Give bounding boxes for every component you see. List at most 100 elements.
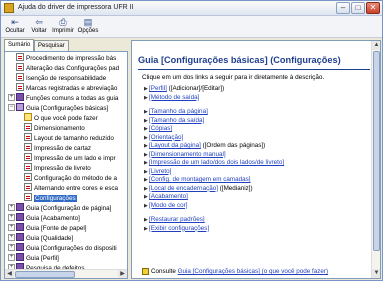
tree-item[interactable]: Isenção de responsabilidade xyxy=(16,73,107,84)
topic-link[interactable]: [Tamanho da saída] xyxy=(149,117,204,124)
options-button[interactable]: ▤ Opções xyxy=(77,17,99,37)
topic-page-icon xyxy=(16,63,24,72)
tree-item[interactable]: + Guia [Configuração de página] xyxy=(8,203,111,214)
topic-link[interactable]: [Local de encadernação] xyxy=(149,185,218,192)
tree-item-label: Guia [Configurações básicas] xyxy=(26,105,109,112)
scroll-down-icon[interactable]: ▼ xyxy=(372,269,380,278)
back-icon: ⇦ xyxy=(35,17,43,27)
closed-book-icon xyxy=(16,243,24,252)
tree-item[interactable]: Procedimento de impressão bás xyxy=(16,53,116,64)
topic-link[interactable]: [Config. de montagem em camadas] xyxy=(149,176,251,183)
tree-item[interactable]: Layout de tamanho reduzido xyxy=(24,133,114,144)
close-button[interactable]: ✕ xyxy=(366,2,380,14)
tree-item-label: Layout de tamanho reduzido xyxy=(34,135,114,142)
back-button[interactable]: ⇦ Voltar xyxy=(29,17,49,37)
topic-link[interactable]: [Perfil] xyxy=(149,85,167,92)
closed-book-icon xyxy=(16,93,24,102)
note-link[interactable]: Guia [Configurações básicas] (o que você… xyxy=(178,268,329,275)
tree-item[interactable]: Configurações xyxy=(24,193,77,204)
topic-link[interactable]: [Acabamento] xyxy=(149,193,188,200)
expand-icon[interactable]: + xyxy=(8,243,15,251)
collapse-icon[interactable]: − xyxy=(8,103,15,111)
scroll-left-icon[interactable]: ◀ xyxy=(5,270,14,278)
scroll-right-icon[interactable]: ▶ xyxy=(118,270,127,278)
scroll-thumb[interactable] xyxy=(373,51,380,251)
minimize-button[interactable]: – xyxy=(336,2,350,14)
maximize-button[interactable]: □ xyxy=(351,2,365,14)
tab-search[interactable]: Pesquisar xyxy=(34,40,69,51)
expand-icon[interactable]: + xyxy=(8,223,15,231)
closed-book-icon xyxy=(16,253,24,262)
expand-icon[interactable]: + xyxy=(8,93,15,101)
tree-item-label: Isenção de responsabilidade xyxy=(26,75,107,82)
tree-item[interactable]: Impressão de livreto xyxy=(24,163,91,174)
tree-item[interactable]: + Guia [Fonte de papel] xyxy=(8,223,87,234)
tree-item[interactable]: Marcas registradas e abreviação xyxy=(16,83,117,94)
tree-item-label: Guia [Qualidade] xyxy=(26,235,74,242)
scroll-thumb[interactable] xyxy=(15,271,75,278)
hide-icon: ⇤ xyxy=(11,17,19,27)
topic-link[interactable]: [Cópias] xyxy=(149,125,172,132)
tree-item[interactable]: Dimensionamento xyxy=(24,123,85,134)
tree-item[interactable]: + Guia [Qualidade] xyxy=(8,233,74,244)
tree-item[interactable]: O que você pode fazer xyxy=(24,113,98,124)
expand-icon[interactable]: + xyxy=(8,233,15,241)
topic-page-icon xyxy=(24,143,32,152)
topic-link[interactable]: [Modo de cor] xyxy=(149,202,188,209)
expand-icon[interactable]: + xyxy=(8,253,15,261)
topic-link[interactable]: [Livreto] xyxy=(149,168,171,175)
tree-item[interactable]: Alteração das Configurações pad xyxy=(16,63,119,74)
topic-link[interactable]: [Dimensionamento manual] xyxy=(149,151,226,158)
topic-link-row: ▶[Impressão de um lado/dos dois lados/de… xyxy=(144,159,284,167)
content-vertical-scrollbar[interactable]: ▲ ▼ xyxy=(371,41,380,278)
expand-icon[interactable]: + xyxy=(8,213,15,221)
topic-link-row: ▶[Orientação] xyxy=(144,134,183,142)
topic-link[interactable]: [Impressão de um lado/dos dois lados/de … xyxy=(149,159,284,166)
contents-tree[interactable]: +Pesquisa de defeitos+Guia [Perfil]+Guia… xyxy=(4,51,128,279)
see-also-note: Consulte Guia [Configurações básicas] (o… xyxy=(142,268,328,275)
tab-contents[interactable]: Sumário xyxy=(4,39,35,51)
tree-item-label: Configurações xyxy=(34,195,77,202)
topic-link-suffix: ([Medianiz]) xyxy=(217,184,253,192)
open-book-icon xyxy=(16,103,24,112)
tree-item[interactable]: Alternando entre cores e esca xyxy=(24,183,118,194)
topic-link[interactable]: [Exibir configurações] xyxy=(149,225,209,232)
tree-item[interactable]: + Guia [Configurações do dispositi xyxy=(8,243,117,254)
tree-item[interactable]: Impressão de um lado e impr xyxy=(24,153,116,164)
topic-link-row: ▶[Layout da página] ([Ordem das páginas]… xyxy=(144,142,265,150)
tree-item[interactable]: − Guia [Configurações básicas] xyxy=(8,103,109,114)
expand-icon[interactable]: + xyxy=(8,203,15,211)
tree-item[interactable]: + Funções comuns a todas as guia xyxy=(8,93,118,104)
topic-link[interactable]: [Layout da página] xyxy=(149,142,201,149)
topic-link-row: ▶[Exibir configurações] xyxy=(144,225,209,233)
tree-item[interactable]: + Guia [Acabamento] xyxy=(8,213,80,224)
tree-horizontal-scrollbar[interactable]: ◀ ▶ xyxy=(5,269,127,278)
title-bar[interactable]: Ajuda do driver de impressora UFR II – □… xyxy=(1,1,382,16)
tree-item[interactable]: Impressão de cartaz xyxy=(24,143,91,154)
hide-button[interactable]: ⇤ Ocultar xyxy=(4,17,26,37)
print-button[interactable]: ⎙ Imprimir xyxy=(51,17,75,37)
topic-link-row: ▶[Cópias] xyxy=(144,125,172,133)
topic-page-icon xyxy=(24,123,32,132)
topic-link-row: ▶[Restaurar padrões] xyxy=(144,216,205,224)
tree-item[interactable]: + Guia [Perfil] xyxy=(8,253,59,264)
topic-page-icon xyxy=(24,183,32,192)
topic-link[interactable]: [Método de saída] xyxy=(149,94,199,101)
tree-item-label: Guia [Configurações do dispositi xyxy=(26,245,117,252)
tree-item[interactable]: Configuração do método de a xyxy=(24,173,117,184)
topic-link[interactable]: [Orientação] xyxy=(149,134,183,141)
topic-page-icon xyxy=(16,53,24,62)
tree-item-label: Configuração do método de a xyxy=(34,175,117,182)
scroll-up-icon[interactable]: ▲ xyxy=(372,41,380,50)
back-button-label: Voltar xyxy=(31,28,47,34)
topic-link-suffix: ([Ordem das páginas]) xyxy=(200,142,266,149)
topic-link[interactable]: [Tamanho da página] xyxy=(149,108,208,115)
topic-link-row: ▶[Método de saída] xyxy=(144,94,199,102)
topic-link[interactable]: [Restaurar padrões] xyxy=(149,216,205,223)
tree-item-label: Guia [Perfil] xyxy=(26,255,59,262)
window-title: Ajuda do driver de impressora UFR II xyxy=(18,4,134,11)
closed-book-icon xyxy=(16,203,24,212)
tree-item-label: Impressão de um lado e impr xyxy=(34,155,116,162)
tree-item-label: Guia [Fonte de papel] xyxy=(26,225,87,232)
closed-book-icon xyxy=(16,233,24,242)
